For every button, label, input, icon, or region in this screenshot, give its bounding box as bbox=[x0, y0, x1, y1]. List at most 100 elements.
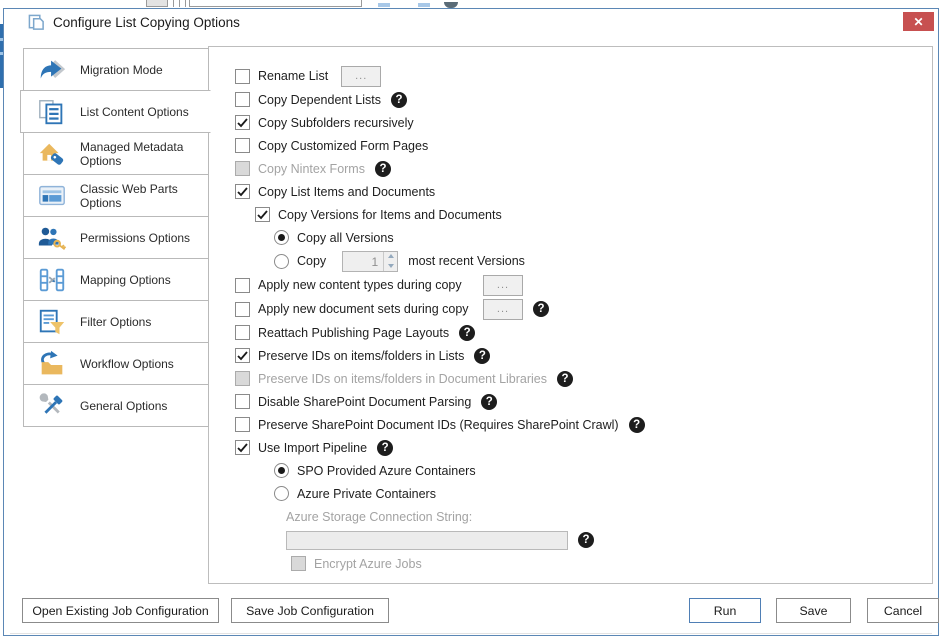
apply-document-sets-checkbox[interactable] bbox=[235, 302, 250, 317]
tab-general-options[interactable]: General Options bbox=[23, 384, 209, 427]
rename-list-browse-button[interactable]: ... bbox=[341, 66, 381, 87]
option-row: Encrypt Azure Jobs bbox=[291, 556, 932, 571]
help-icon[interactable]: ? bbox=[629, 417, 645, 433]
use-import-pipeline-checkbox[interactable] bbox=[235, 440, 250, 455]
option-row: Azure Storage Connection String: bbox=[286, 509, 932, 524]
encrypt-azure-jobs-label: Encrypt Azure Jobs bbox=[314, 557, 422, 571]
apply-document-sets-browse-button[interactable]: ... bbox=[483, 299, 523, 320]
cancel-button[interactable]: Cancel bbox=[867, 598, 939, 623]
copy-customized-form-pages-checkbox[interactable] bbox=[235, 138, 250, 153]
tab-workflow-options[interactable]: Workflow Options bbox=[23, 342, 209, 385]
azure-connection-string-input bbox=[286, 531, 568, 550]
option-row: Azure Private Containers bbox=[274, 486, 932, 501]
help-icon[interactable]: ? bbox=[377, 440, 393, 456]
option-row: Copy List Items and Documents bbox=[235, 184, 932, 199]
tab-label: Workflow Options bbox=[80, 357, 174, 371]
rename-list-label: Rename List bbox=[258, 69, 328, 83]
help-icon[interactable]: ? bbox=[375, 161, 391, 177]
run-button[interactable]: Run bbox=[689, 598, 761, 623]
preserve-ids-lists-checkbox[interactable] bbox=[235, 348, 250, 363]
option-row: Rename List ... bbox=[235, 65, 932, 87]
tab-label: Permissions Options bbox=[80, 231, 190, 245]
tab-list-content-options[interactable]: List Content Options bbox=[20, 90, 211, 133]
background-app-fragment bbox=[418, 3, 430, 7]
preserve-document-ids-checkbox[interactable] bbox=[235, 417, 250, 432]
checkmark-icon bbox=[257, 210, 268, 220]
options-tab-list: Migration Mode List Content Options bbox=[23, 48, 209, 427]
copy-customized-form-pages-label: Copy Customized Form Pages bbox=[258, 139, 428, 153]
apply-content-types-browse-button[interactable]: ... bbox=[483, 275, 523, 296]
filter-icon bbox=[37, 308, 67, 336]
disable-document-parsing-checkbox[interactable] bbox=[235, 394, 250, 409]
copy-dependent-lists-label: Copy Dependent Lists bbox=[258, 93, 381, 107]
use-import-pipeline-label: Use Import Pipeline bbox=[258, 441, 367, 455]
configure-list-copying-options-dialog: Configure List Copying Options ✕ Migrati… bbox=[3, 8, 939, 636]
copy-subfolders-checkbox[interactable] bbox=[235, 115, 250, 130]
versions-count-spinner: 1 bbox=[342, 251, 398, 272]
checkmark-icon bbox=[237, 351, 248, 361]
help-icon[interactable]: ? bbox=[391, 92, 407, 108]
tab-label: Filter Options bbox=[80, 315, 151, 329]
copy-dependent-lists-checkbox[interactable] bbox=[235, 92, 250, 107]
help-icon[interactable]: ? bbox=[481, 394, 497, 410]
copy-subfolders-label: Copy Subfolders recursively bbox=[258, 116, 414, 130]
option-row: Use Import Pipeline ? bbox=[235, 440, 932, 455]
reattach-page-layouts-checkbox[interactable] bbox=[235, 325, 250, 340]
copy-versions-checkbox[interactable] bbox=[255, 207, 270, 222]
help-icon[interactable]: ? bbox=[578, 532, 594, 548]
help-icon[interactable]: ? bbox=[533, 301, 549, 317]
background-app-fragment bbox=[189, 0, 362, 7]
web-parts-icon bbox=[37, 182, 67, 210]
checkmark-icon bbox=[237, 187, 248, 197]
spo-provided-containers-label: SPO Provided Azure Containers bbox=[297, 464, 476, 478]
reattach-page-layouts-label: Reattach Publishing Page Layouts bbox=[258, 326, 449, 340]
option-row: Apply new document sets during copy ... … bbox=[235, 298, 932, 320]
option-row: Copy 1 most recent Versions bbox=[274, 250, 932, 272]
rename-list-checkbox[interactable] bbox=[235, 69, 250, 84]
tab-migration-mode[interactable]: Migration Mode bbox=[23, 48, 209, 91]
tab-filter-options[interactable]: Filter Options bbox=[23, 300, 209, 343]
apply-content-types-checkbox[interactable] bbox=[235, 278, 250, 293]
option-row: Copy all Versions bbox=[274, 230, 932, 245]
dialog-titlebar: Configure List Copying Options ✕ bbox=[4, 9, 938, 35]
option-row: Copy Nintex Forms ? bbox=[235, 161, 932, 176]
save-button[interactable]: Save bbox=[776, 598, 851, 623]
copy-most-recent-label: Copy bbox=[297, 254, 326, 268]
background-app-fragment bbox=[185, 0, 186, 7]
copy-list-items-checkbox[interactable] bbox=[235, 184, 250, 199]
azure-private-containers-radio[interactable] bbox=[274, 486, 289, 501]
save-job-configuration-button[interactable]: Save Job Configuration bbox=[231, 598, 389, 623]
help-icon[interactable]: ? bbox=[474, 348, 490, 364]
tab-permissions-options[interactable]: Permissions Options bbox=[23, 216, 209, 259]
option-row: Copy Versions for Items and Documents bbox=[255, 207, 932, 222]
preserve-ids-doclibs-checkbox bbox=[235, 371, 250, 386]
copy-nintex-forms-label: Copy Nintex Forms bbox=[258, 162, 365, 176]
tab-classic-web-parts-options[interactable]: Classic Web Parts Options bbox=[23, 174, 209, 217]
spo-provided-containers-radio[interactable] bbox=[274, 463, 289, 478]
tab-label: Classic Web Parts Options bbox=[80, 182, 208, 210]
copy-most-recent-radio[interactable] bbox=[274, 254, 289, 269]
copy-all-versions-radio[interactable] bbox=[274, 230, 289, 245]
option-row: Disable SharePoint Document Parsing ? bbox=[235, 394, 932, 409]
close-icon: ✕ bbox=[913, 15, 923, 29]
disable-document-parsing-label: Disable SharePoint Document Parsing bbox=[258, 395, 471, 409]
tab-mapping-options[interactable]: Mapping Options bbox=[23, 258, 209, 301]
dialog-title: Configure List Copying Options bbox=[53, 15, 240, 30]
preserve-ids-doclibs-label: Preserve IDs on items/folders in Documen… bbox=[258, 372, 547, 386]
option-row: Apply new content types during copy ... bbox=[235, 274, 932, 296]
help-icon[interactable]: ? bbox=[557, 371, 573, 387]
spinner-up-icon bbox=[384, 252, 397, 262]
close-button[interactable]: ✕ bbox=[903, 12, 934, 31]
help-icon[interactable]: ? bbox=[459, 325, 475, 341]
option-row: Copy Subfolders recursively bbox=[235, 115, 932, 130]
checkmark-icon bbox=[237, 443, 248, 453]
azure-private-containers-label: Azure Private Containers bbox=[297, 487, 436, 501]
option-row: Preserve IDs on items/folders in Documen… bbox=[235, 371, 932, 386]
preserve-document-ids-label: Preserve SharePoint Document IDs (Requir… bbox=[258, 418, 619, 432]
tab-managed-metadata-options[interactable]: Managed Metadata Options bbox=[23, 132, 209, 175]
tab-label: General Options bbox=[80, 399, 167, 413]
copy-pages-icon bbox=[28, 14, 45, 31]
spinner-arrows bbox=[383, 252, 397, 271]
tab-label: Managed Metadata Options bbox=[80, 140, 208, 168]
open-existing-job-configuration-button[interactable]: Open Existing Job Configuration bbox=[22, 598, 219, 623]
